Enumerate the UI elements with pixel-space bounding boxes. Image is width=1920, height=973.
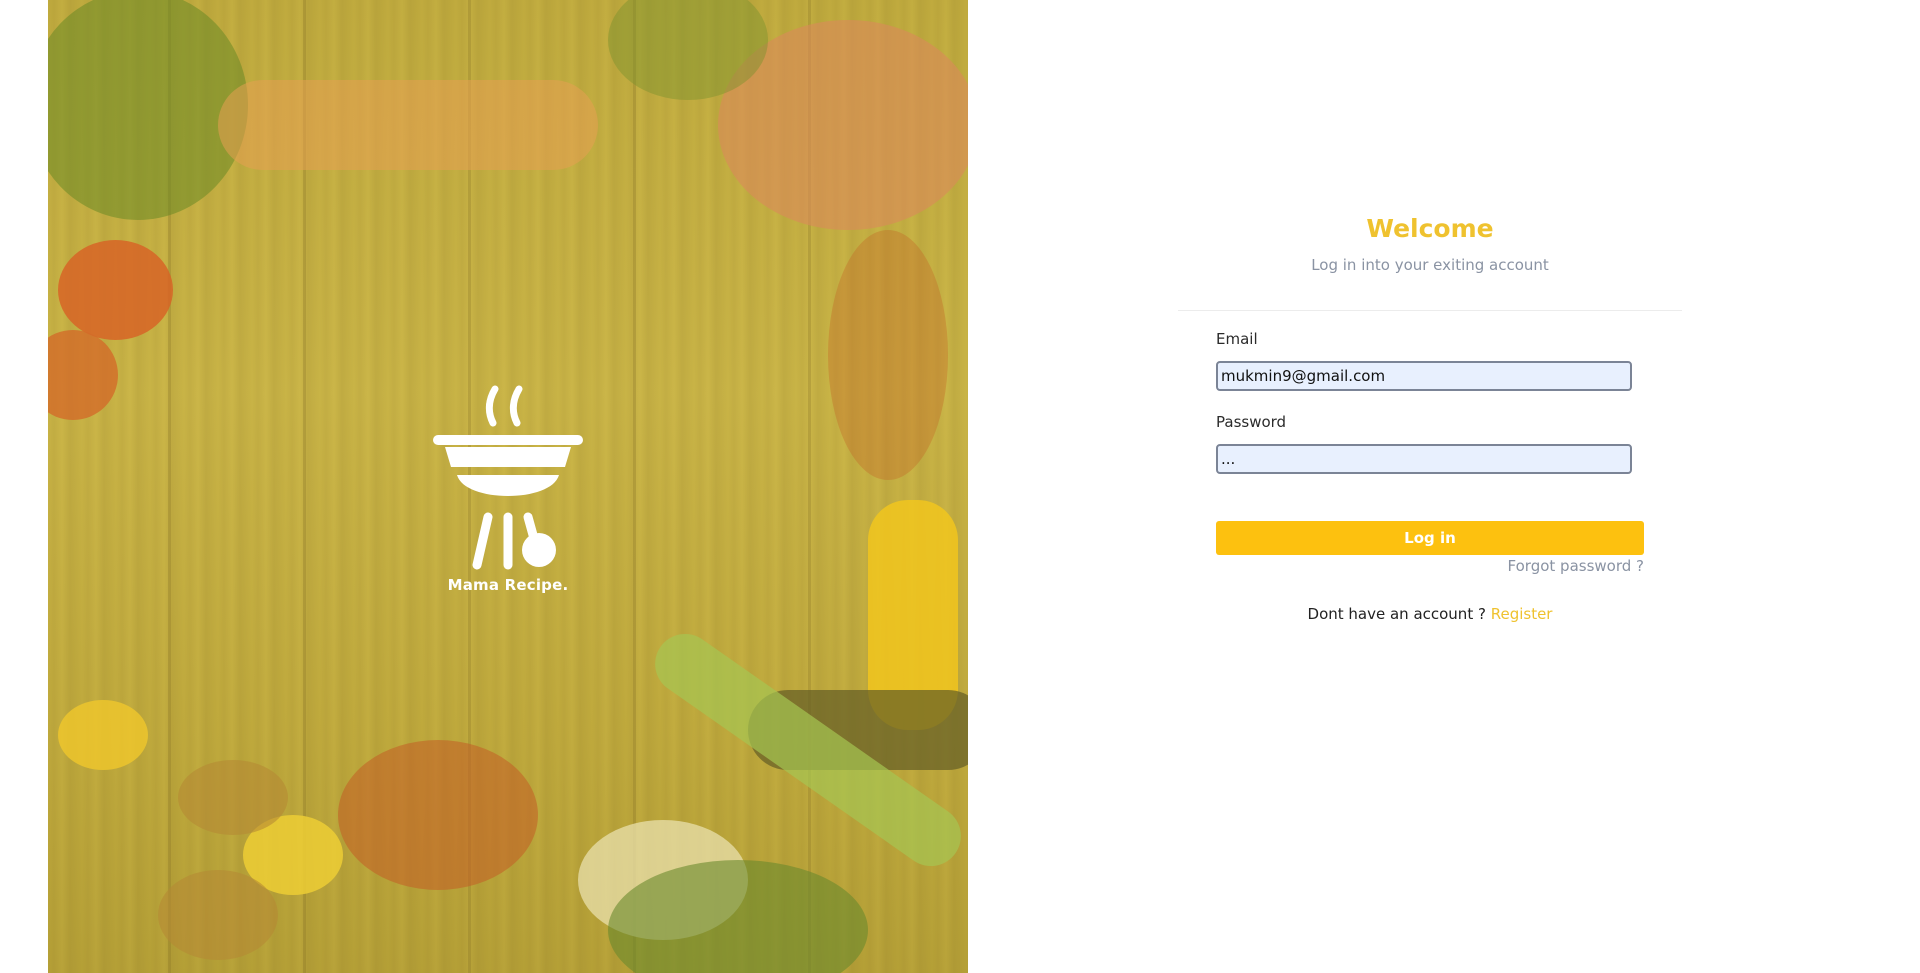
forgot-password-link[interactable]: Forgot password ? — [1508, 557, 1644, 575]
hero-image: Mama Recipe. — [48, 0, 968, 973]
register-prompt-row: Dont have an account ? Register — [1178, 605, 1682, 623]
page-subtitle: Log in into your exiting account — [1311, 256, 1549, 274]
password-field[interactable] — [1216, 444, 1632, 474]
divider — [1178, 310, 1682, 311]
email-field[interactable] — [1216, 361, 1632, 391]
login-page: Mama Recipe. Welcome Log in into your ex… — [0, 0, 1920, 973]
password-label: Password — [1216, 413, 1287, 431]
register-prompt: Dont have an account ? — [1307, 605, 1486, 623]
email-label: Email — [1216, 330, 1258, 348]
register-link[interactable]: Register — [1491, 605, 1553, 623]
brand-logo: Mama Recipe. — [428, 385, 588, 605]
grill-icon — [433, 385, 583, 570]
login-button[interactable]: Log in — [1216, 521, 1644, 555]
page-title: Welcome — [1366, 214, 1494, 243]
login-panel: Welcome Log in into your exiting account… — [1178, 0, 1682, 973]
brand-name: Mama Recipe. — [447, 576, 569, 594]
